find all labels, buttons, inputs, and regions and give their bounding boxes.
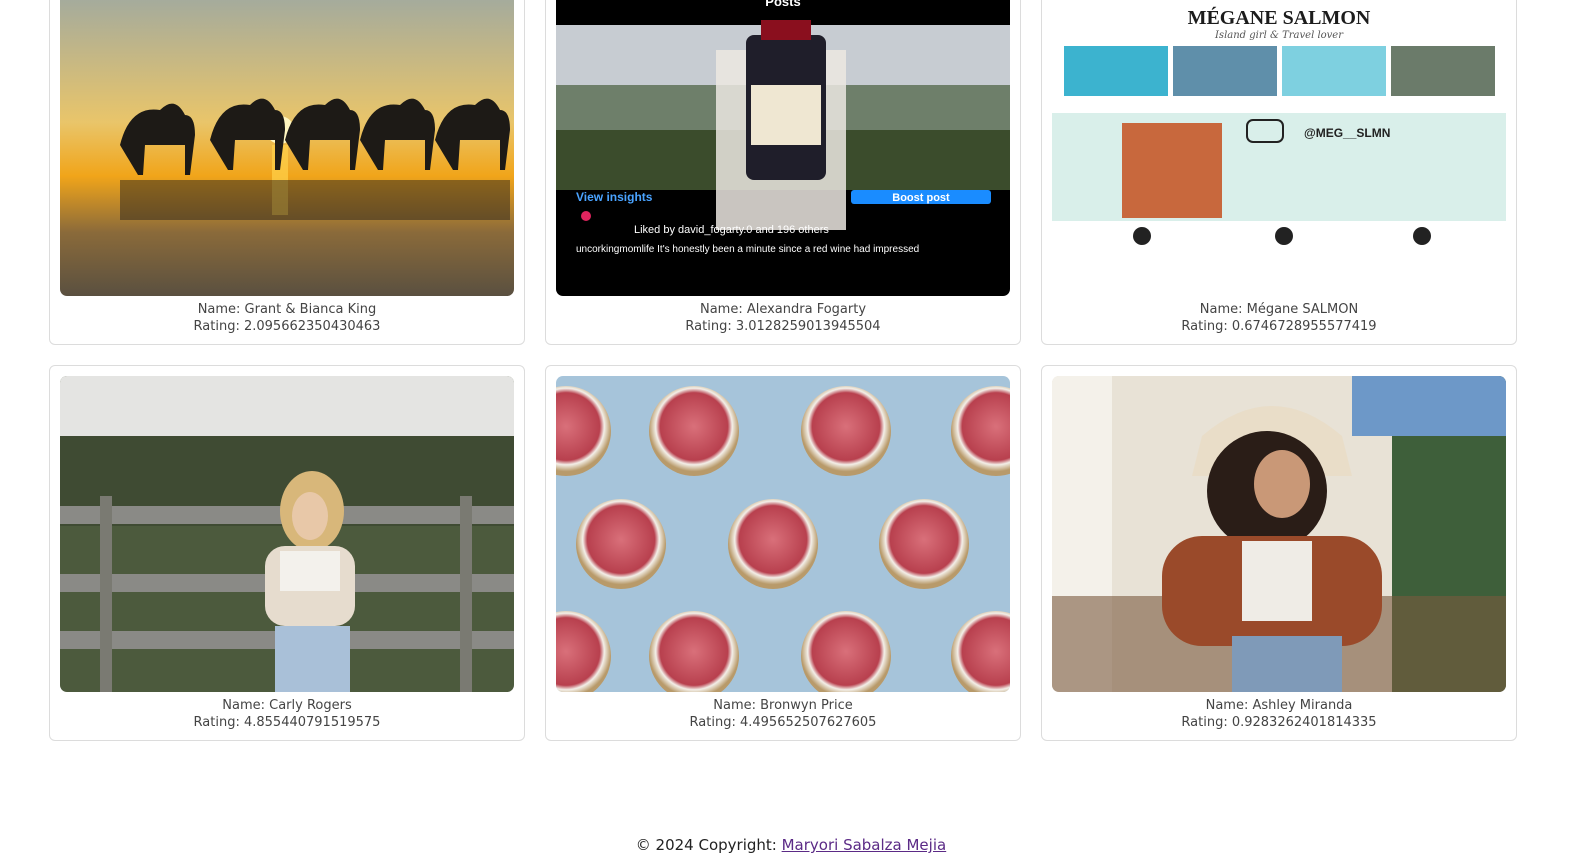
- svg-text:Boost post: Boost post: [892, 192, 950, 204]
- card-photo[interactable]: [1052, 376, 1506, 692]
- card-meta: Name: Ashley Miranda Rating: 0.928326240…: [1052, 697, 1506, 731]
- copyright-text: © 2024 Copyright:: [635, 836, 782, 854]
- card-meta: Name: Grant & Bianca King Rating: 2.0956…: [60, 301, 514, 335]
- card-meta: Name: Alexandra Fogarty Rating: 3.012825…: [556, 301, 1010, 335]
- influencer-rating: Rating: 4.855440791519575: [193, 715, 381, 730]
- card-photo[interactable]: [60, 376, 514, 692]
- influencer-grid: Name: Grant & Bianca King Rating: 2.0956…: [49, 0, 1517, 741]
- card-meta: Name: Mégane SALMON Rating: 0.6746728955…: [1052, 301, 1506, 335]
- influencer-name: Name: Ashley Miranda: [1205, 698, 1353, 713]
- influencer-name: Name: Mégane SALMON: [1199, 302, 1359, 317]
- card-photo[interactable]: MÉGANE SALMON Island girl & Travel lover…: [1052, 0, 1506, 296]
- svg-text:View insights: View insights: [576, 190, 653, 204]
- influencer-rating: Rating: 0.6746728955577419: [1181, 319, 1377, 334]
- influencer-name: Name: Alexandra Fogarty: [699, 302, 867, 317]
- influencer-card[interactable]: Name: Bronwyn Price Rating: 4.4956525076…: [545, 365, 1021, 741]
- influencer-card[interactable]: MÉGANE SALMON Island girl & Travel lover…: [1041, 0, 1517, 345]
- card-photo[interactable]: [556, 376, 1010, 692]
- influencer-name: Name: Grant & Bianca King: [197, 302, 377, 317]
- page-footer: © 2024 Copyright: Maryori Sabalza Mejia: [0, 836, 1582, 854]
- influencer-rating: Rating: 3.0128259013945504: [685, 319, 881, 334]
- card-photo[interactable]: Posts View insights Boost post Liked by …: [556, 0, 1010, 296]
- svg-text:Posts: Posts: [765, 0, 800, 9]
- card-photo[interactable]: [60, 0, 514, 296]
- influencer-name: Name: Bronwyn Price: [713, 698, 853, 713]
- author-link[interactable]: Maryori Sabalza Mejia: [782, 836, 947, 854]
- influencer-card[interactable]: Name: Grant & Bianca King Rating: 2.0956…: [49, 0, 525, 345]
- svg-text:Island girl & Travel lover: Island girl & Travel lover: [1214, 30, 1344, 41]
- influencer-card[interactable]: Name: Carly Rogers Rating: 4.85544079151…: [49, 365, 525, 741]
- card-meta: Name: Carly Rogers Rating: 4.85544079151…: [60, 697, 514, 731]
- svg-text:Liked by david_fogarty.0 and 1: Liked by david_fogarty.0 and 196 others: [634, 224, 829, 236]
- svg-text:MÉGANE SALMON: MÉGANE SALMON: [1188, 6, 1371, 29]
- influencer-name: Name: Carly Rogers: [222, 698, 352, 713]
- card-meta: Name: Bronwyn Price Rating: 4.4956525076…: [556, 697, 1010, 731]
- svg-text:@MEG__SLMN: @MEG__SLMN: [1304, 126, 1390, 140]
- influencer-card[interactable]: Name: Ashley Miranda Rating: 0.928326240…: [1041, 365, 1517, 741]
- svg-text:uncorkingmomlife It's honestly: uncorkingmomlife It's honestly been a mi…: [576, 244, 919, 255]
- influencer-rating: Rating: 4.495652507627605: [689, 715, 877, 730]
- influencer-rating: Rating: 0.9283262401814335: [1181, 715, 1377, 730]
- influencer-card[interactable]: Posts View insights Boost post Liked by …: [545, 0, 1021, 345]
- influencer-rating: Rating: 2.095662350430463: [193, 319, 381, 334]
